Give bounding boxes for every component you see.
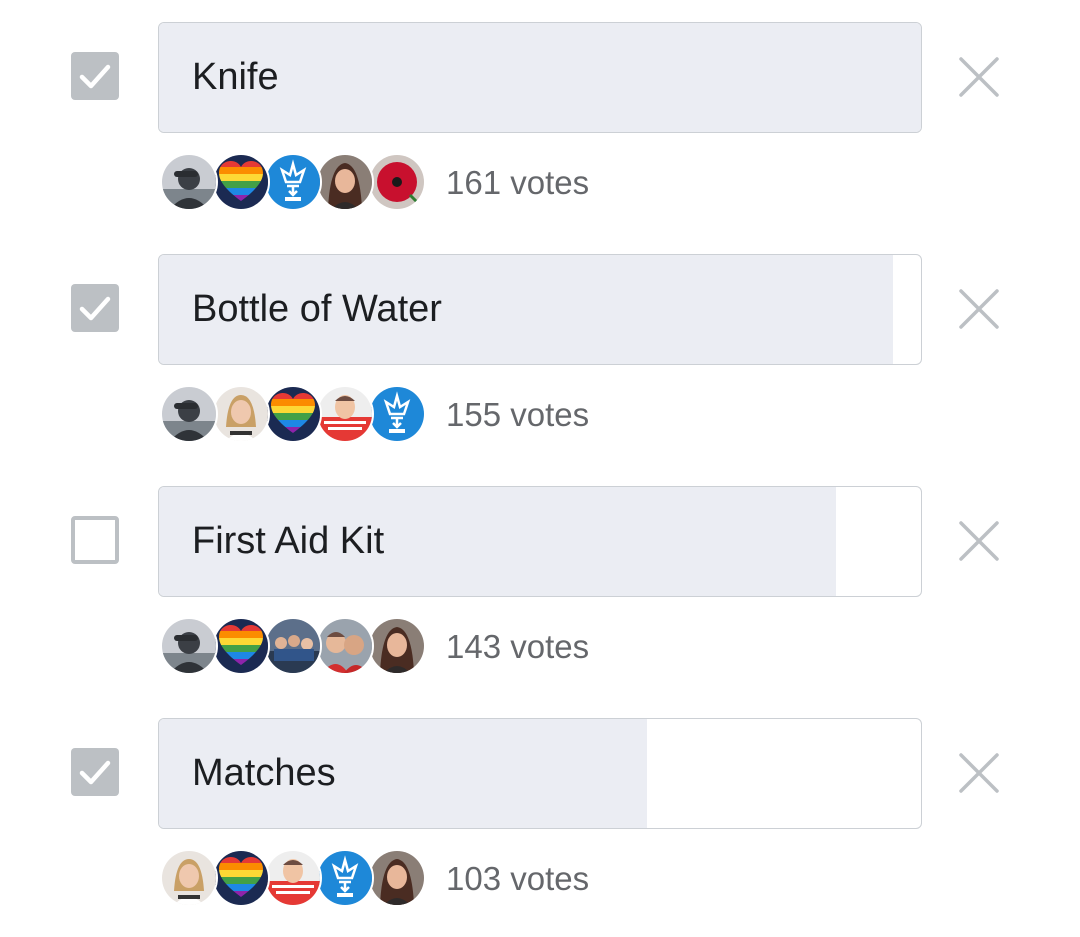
option-checkbox[interactable] <box>71 52 119 100</box>
avatar-image <box>214 619 268 673</box>
close-icon <box>959 753 999 793</box>
avatar-rainbow-heart[interactable] <box>212 617 270 675</box>
option-bar[interactable]: Knife <box>158 22 922 133</box>
avatar-staying-home[interactable] <box>316 385 374 443</box>
vote-count[interactable]: 155 votes <box>446 393 589 437</box>
option-label: Bottle of Water <box>192 288 442 330</box>
avatar-rainbow-heart[interactable] <box>212 849 270 907</box>
vote-count[interactable]: 103 votes <box>446 857 589 901</box>
avatar-image <box>214 851 268 905</box>
remove-option-button[interactable] <box>956 518 1002 564</box>
avatar-scout-badge[interactable] <box>368 385 426 443</box>
avatar-poppy[interactable] <box>368 153 426 211</box>
option-checkbox[interactable] <box>71 748 119 796</box>
remove-option-button[interactable] <box>956 286 1002 332</box>
avatar-staying-home[interactable] <box>264 849 322 907</box>
poll-option: First Aid Kit 143 votes <box>0 486 1080 696</box>
avatar-image <box>266 619 320 673</box>
avatar-image <box>266 851 320 905</box>
avatar-image <box>162 619 216 673</box>
avatar-image <box>370 387 424 441</box>
avatar-image <box>318 619 372 673</box>
avatar-couple-photo[interactable] <box>316 617 374 675</box>
avatar-rainbow-heart[interactable] <box>212 153 270 211</box>
avatar-person-blonde[interactable] <box>160 849 218 907</box>
avatar-person-cap[interactable] <box>160 617 218 675</box>
avatar-person-cap[interactable] <box>160 385 218 443</box>
avatar-image <box>318 387 372 441</box>
avatar-image <box>214 387 268 441</box>
avatar-rainbow-heart[interactable] <box>264 385 322 443</box>
option-checkbox[interactable] <box>71 284 119 332</box>
avatar-person-brunette[interactable] <box>316 153 374 211</box>
vote-count[interactable]: 161 votes <box>446 161 589 205</box>
option-bar[interactable]: Matches <box>158 718 922 829</box>
avatar-image <box>370 851 424 905</box>
option-label: Knife <box>192 56 279 98</box>
avatar-image <box>162 155 216 209</box>
check-icon <box>79 760 111 785</box>
check-icon <box>79 296 111 321</box>
poll-option: Knife 161 votes <box>0 22 1080 232</box>
close-icon <box>959 289 999 329</box>
poll-option: Matches 103 votes <box>0 718 1080 928</box>
avatar-image <box>370 155 424 209</box>
remove-option-button[interactable] <box>956 54 1002 100</box>
vote-count[interactable]: 143 votes <box>446 625 589 669</box>
option-checkbox[interactable] <box>71 516 119 564</box>
avatar-person-brunette[interactable] <box>368 849 426 907</box>
avatar-group-photo[interactable] <box>264 617 322 675</box>
close-icon <box>959 57 999 97</box>
remove-option-button[interactable] <box>956 750 1002 796</box>
avatar-image <box>266 387 320 441</box>
avatar-person-blonde[interactable] <box>212 385 270 443</box>
poll-option: Bottle of Water 155 votes <box>0 254 1080 464</box>
avatar-image <box>318 155 372 209</box>
avatar-image <box>162 387 216 441</box>
avatar-image <box>214 155 268 209</box>
avatar-image <box>162 851 216 905</box>
option-label: Matches <box>192 752 336 794</box>
option-bar[interactable]: First Aid Kit <box>158 486 922 597</box>
check-icon <box>79 64 111 89</box>
avatar-person-cap[interactable] <box>160 153 218 211</box>
option-label: First Aid Kit <box>192 520 385 562</box>
avatar-image <box>266 155 320 209</box>
option-bar[interactable]: Bottle of Water <box>158 254 922 365</box>
avatar-image <box>370 619 424 673</box>
avatar-image <box>318 851 372 905</box>
avatar-scout-badge[interactable] <box>316 849 374 907</box>
avatar-scout-badge[interactable] <box>264 153 322 211</box>
avatar-person-brunette[interactable] <box>368 617 426 675</box>
close-icon <box>959 521 999 561</box>
